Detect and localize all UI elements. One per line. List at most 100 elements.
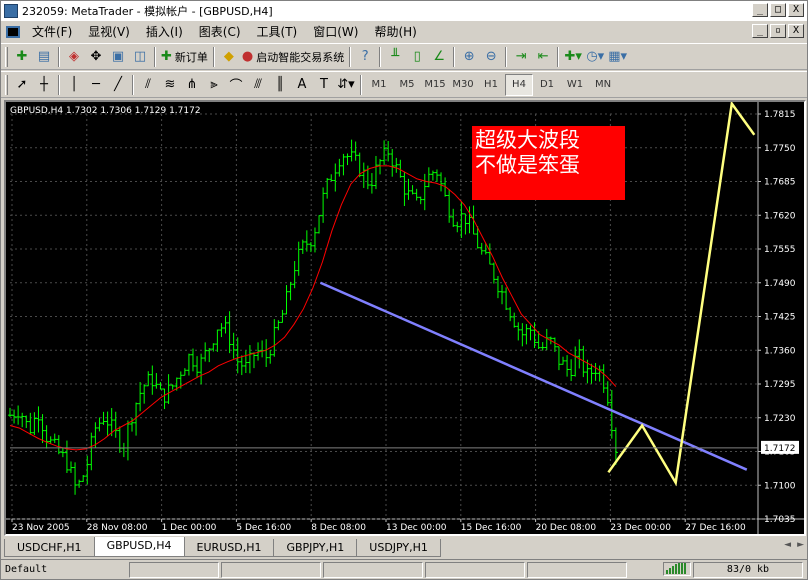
help-button[interactable]: ? [354, 46, 376, 68]
price-tick-label: 1.7685 [764, 178, 796, 188]
new-order-button[interactable]: ✚ 新订单 [159, 46, 210, 68]
tab-scroll-left-icon[interactable]: ◄ [784, 540, 791, 550]
minimize-button[interactable]: _ [752, 3, 768, 17]
timeframe-h1[interactable]: H1 [477, 74, 505, 96]
menu-view[interactable]: 显视(V) [80, 23, 138, 40]
price-tick-label: 1.7750 [764, 144, 796, 154]
tab-gbpjpy[interactable]: GBPJPY,H1 [273, 539, 358, 557]
line-chart-icon: ∠ [433, 49, 446, 64]
metaeditor-icon: ◆ [223, 49, 234, 64]
terminal-icon: ▣ [111, 49, 125, 64]
menu-file[interactable]: 文件(F) [24, 23, 80, 40]
toolbar-grip[interactable] [5, 46, 8, 67]
timeframe-d1[interactable]: D1 [533, 74, 561, 96]
price-chart[interactable]: GBPUSD,H4 1.7302 1.7306 1.7129 1.7172 1.… [6, 102, 804, 534]
tester-button[interactable]: ◫ [129, 46, 151, 68]
menu-help[interactable]: 帮助(H) [366, 23, 424, 40]
vertical-line-tool[interactable]: │ [63, 74, 85, 96]
chart-grid [6, 102, 804, 534]
tab-eurusd[interactable]: EURUSD,H1 [183, 539, 275, 557]
indicators-button[interactable]: ✚▾ [562, 46, 584, 68]
chart-window[interactable]: GBPUSD,H4 1.7302 1.7306 1.7129 1.7172 1.… [4, 100, 806, 536]
chart-shift-button[interactable]: ⇤ [532, 46, 554, 68]
timeframe-m5[interactable]: M5 [393, 74, 421, 96]
current-price-label: 1.7172 [764, 444, 796, 454]
bar-chart-button[interactable]: ╨ [384, 46, 406, 68]
channel-icon: ⫽ [145, 77, 151, 92]
price-tick-label: 1.7620 [764, 211, 796, 221]
cursor-tool[interactable]: ➚ [11, 74, 33, 96]
expert-advisors-icon: ● [241, 49, 254, 64]
auto-scroll-button[interactable]: ⇥ [510, 46, 532, 68]
toolbar-separator [360, 74, 362, 95]
metaeditor-button[interactable]: ◆ [218, 46, 240, 68]
help-icon: ? [361, 49, 369, 64]
tab-scroll-right-icon[interactable]: ► [797, 540, 804, 550]
time-tick-label: 23 Nov 2005 [12, 523, 70, 533]
templates-button[interactable]: ▦▾ [606, 46, 629, 68]
mdi-close-button[interactable]: X [788, 24, 804, 38]
timeframe-m30[interactable]: M30 [449, 74, 477, 96]
terminal-button[interactable]: ▣ [107, 46, 129, 68]
metatrader-window: 232059: MetaTrader - 模拟帐户 - [GBPUSD,H4] … [0, 0, 808, 580]
menu-insert[interactable]: 插入(I) [138, 23, 191, 40]
mdi-minimize-button[interactable]: _ [752, 24, 768, 38]
gann-tool[interactable]: ⋔ [181, 74, 203, 96]
chart-window-icon[interactable] [6, 25, 20, 38]
clock-icon: ◷▾ [586, 49, 605, 64]
timeframe-m15[interactable]: M15 [421, 74, 449, 96]
zoom-out-button[interactable]: ⊖ [480, 46, 502, 68]
price-tick-label: 1.7100 [764, 481, 796, 491]
arcs-tool[interactable]: ⌒ [225, 74, 247, 96]
title-bar[interactable]: 232059: MetaTrader - 模拟帐户 - [GBPUSD,H4] … [1, 1, 807, 21]
tab-usdchf[interactable]: USDCHF,H1 [4, 539, 95, 557]
arrows-icon: ⇵▾ [337, 77, 355, 92]
close-button[interactable]: X [788, 3, 804, 17]
horizontal-line-tool[interactable]: ─ [85, 74, 107, 96]
zoom-in-button[interactable]: ⊕ [458, 46, 480, 68]
fan-tool[interactable]: ⫸ [203, 74, 225, 96]
standard-toolbar: ✚ ▤ ◈ ✥ ▣ ◫ ✚ 新订单 ◆ ● 启动智能交易系统 ? ╨ ▯ ∠ ⊕ ⊖… [1, 43, 807, 70]
arrows-tool[interactable]: ⇵▾ [335, 74, 357, 96]
label-tool[interactable]: T [313, 74, 335, 96]
trendline-tool[interactable]: ╱ [107, 74, 129, 96]
maximize-button[interactable]: □ [770, 3, 786, 17]
line-chart-button[interactable]: ∠ [428, 46, 450, 68]
time-tick-label: 28 Nov 08:00 [87, 523, 148, 533]
menu-tools[interactable]: 工具(T) [249, 23, 306, 40]
timeframe-h4[interactable]: H4 [505, 73, 533, 96]
channel-tool[interactable]: ⫽ [137, 74, 159, 96]
timeframe-m1[interactable]: M1 [365, 74, 393, 96]
status-cell [527, 561, 627, 578]
tab-gbpusd[interactable]: GBPUSD,H4 [93, 537, 185, 557]
timeframe-mn[interactable]: MN [589, 74, 617, 96]
tab-usdjpy[interactable]: USDJPY,H1 [356, 539, 441, 557]
periods-button[interactable]: ◷▾ [584, 46, 606, 68]
candlestick-button[interactable]: ▯ [406, 46, 428, 68]
navigator-button[interactable]: ✥ [85, 46, 107, 68]
chart-tabs: USDCHF,H1 GBPUSD,H4 EURUSD,H1 GBPJPY,H1 … [4, 537, 806, 557]
expert-advisors-button[interactable]: ● 启动智能交易系统 [240, 46, 346, 68]
price-tick-label: 1.7490 [764, 279, 796, 289]
toolbar-grip[interactable] [5, 74, 8, 95]
text-tool[interactable]: A [291, 74, 313, 96]
status-cell [323, 561, 423, 578]
toolbar-separator [212, 46, 215, 67]
cycle-lines-tool[interactable]: ║ [269, 74, 291, 96]
text-icon: A [297, 77, 307, 92]
mdi-controls: _ ▫ X [752, 24, 804, 38]
mdi-restore-button[interactable]: ▫ [770, 24, 786, 38]
market-watch-button[interactable]: ◈ [63, 46, 85, 68]
pitchfork-tool[interactable]: ⫻ [247, 74, 269, 96]
fibo-tool[interactable]: ≋ [159, 74, 181, 96]
menu-charts[interactable]: 图表(C) [191, 23, 249, 40]
new-chart-button[interactable]: ✚ [11, 46, 33, 68]
timeframe-w1[interactable]: W1 [561, 74, 589, 96]
window-controls: _ □ X [752, 3, 804, 17]
status-cell [129, 561, 219, 578]
menu-window[interactable]: 窗口(W) [305, 23, 366, 40]
time-tick-label: 8 Dec 08:00 [311, 523, 366, 533]
toolbar-separator [132, 74, 134, 95]
crosshair-tool[interactable]: ┼ [33, 74, 55, 96]
profiles-button[interactable]: ▤ [33, 46, 55, 68]
